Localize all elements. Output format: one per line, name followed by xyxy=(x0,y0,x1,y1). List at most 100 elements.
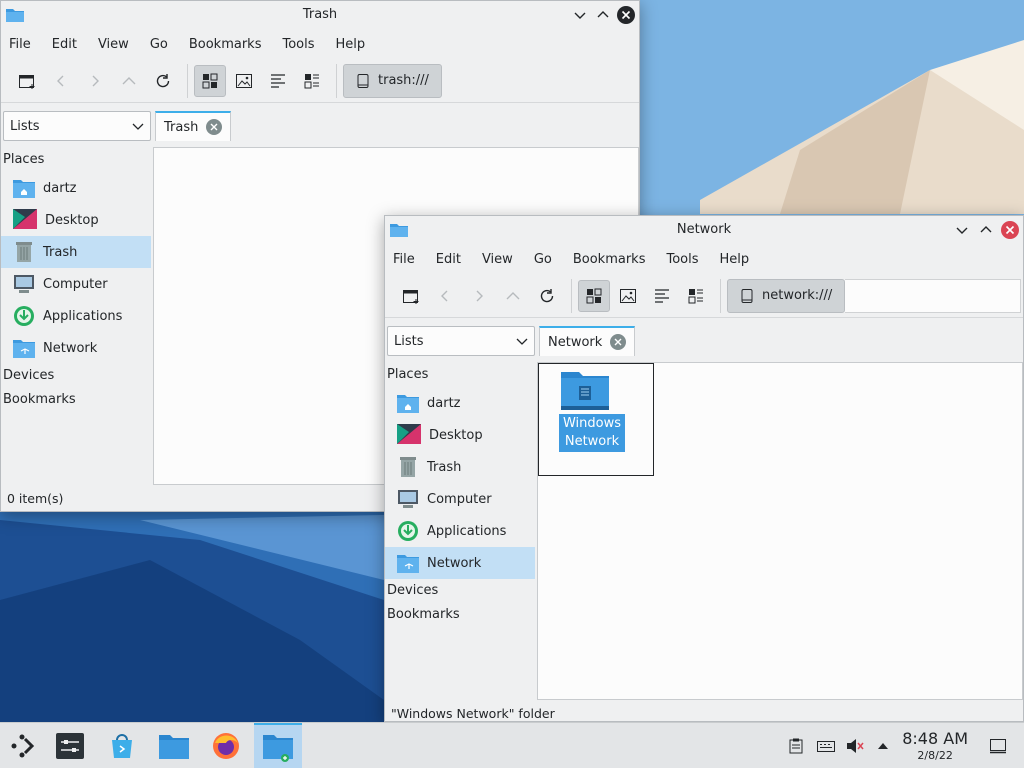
menu-help[interactable]: Help xyxy=(336,37,366,52)
forward-button[interactable] xyxy=(79,65,111,97)
menu-file[interactable]: File xyxy=(9,37,31,52)
places-item-label: Applications xyxy=(43,308,123,324)
split-view-button[interactable] xyxy=(296,65,328,97)
location-button[interactable]: network:/// xyxy=(727,278,846,313)
show-desktop-button[interactable] xyxy=(986,723,1010,768)
places-item-applications[interactable]: Applications xyxy=(385,515,535,547)
taskbar-settings-app[interactable] xyxy=(48,723,92,768)
taskbar-discover-app[interactable] xyxy=(100,723,144,768)
back-button[interactable] xyxy=(45,65,77,97)
places-item-network[interactable]: Network xyxy=(385,547,535,579)
close-icon xyxy=(1001,221,1019,239)
places-item-dartz[interactable]: dartz xyxy=(1,172,151,204)
trash-location-icon xyxy=(357,73,369,88)
minimize-button[interactable] xyxy=(953,221,971,239)
close-tab-button[interactable] xyxy=(610,334,627,350)
places-item-label: Applications xyxy=(427,523,507,539)
icons-view-button[interactable] xyxy=(578,279,610,312)
taskbar: 8:48 AM 2/8/22 xyxy=(0,722,1024,768)
tab-trash[interactable]: Trash xyxy=(155,111,232,141)
menu-bookmarks[interactable]: Bookmarks xyxy=(573,252,646,267)
split-view-button[interactable] xyxy=(680,280,712,312)
menu-view[interactable]: View xyxy=(98,37,129,52)
menu-file[interactable]: File xyxy=(393,252,415,267)
taskbar-firefox[interactable] xyxy=(204,723,248,768)
image-icon xyxy=(620,288,636,303)
places-item-label: Desktop xyxy=(45,212,99,228)
menu-edit[interactable]: Edit xyxy=(436,252,461,267)
tab-network[interactable]: Network xyxy=(539,326,636,356)
devices-heading[interactable]: Devices xyxy=(385,579,535,603)
details-view-button[interactable] xyxy=(262,65,294,97)
trash-titlebar[interactable]: Trash xyxy=(1,1,639,29)
places-item-desktop[interactable]: Desktop xyxy=(385,419,535,451)
taskbar-file-manager-active[interactable] xyxy=(254,723,302,768)
desktop-icon xyxy=(397,424,421,444)
keyboard-tray-button[interactable] xyxy=(814,723,838,768)
taskbar-file-manager[interactable] xyxy=(152,723,196,768)
bookmarks-heading[interactable]: Bookmarks xyxy=(385,603,535,627)
menu-tools[interactable]: Tools xyxy=(282,37,314,52)
places-panel-combo[interactable]: Lists xyxy=(3,111,151,141)
places-panel-combo[interactable]: Lists xyxy=(387,326,535,356)
places-item-label: Computer xyxy=(427,491,492,507)
close-button[interactable] xyxy=(1001,221,1019,239)
reload-button[interactable] xyxy=(147,65,179,97)
places-item-computer[interactable]: Computer xyxy=(1,268,151,300)
reload-button[interactable] xyxy=(531,280,563,312)
system-tray-expand-button[interactable] xyxy=(873,723,893,768)
menu-go[interactable]: Go xyxy=(534,252,552,267)
places-item-applications[interactable]: Applications xyxy=(1,300,151,332)
location-field[interactable] xyxy=(845,278,1021,313)
maximize-button[interactable] xyxy=(977,221,995,239)
preview-button[interactable] xyxy=(228,65,260,97)
preview-button[interactable] xyxy=(612,280,644,312)
new-window-button[interactable] xyxy=(11,65,43,97)
devices-heading[interactable]: Devices xyxy=(1,364,151,388)
new-window-button[interactable] xyxy=(395,280,427,312)
places-item-dartz[interactable]: dartz xyxy=(385,387,535,419)
details-view-button[interactable] xyxy=(646,280,678,312)
network-titlebar[interactable]: Network xyxy=(385,216,1023,244)
close-tab-button[interactable] xyxy=(206,119,223,135)
file-view[interactable]: Windows Network xyxy=(537,362,1023,700)
discover-app-icon xyxy=(112,734,132,758)
folder-icon xyxy=(263,735,293,762)
close-button[interactable] xyxy=(617,6,635,24)
clipboard-tray-button[interactable] xyxy=(784,723,808,768)
menu-view[interactable]: View xyxy=(482,252,513,267)
home-folder-icon xyxy=(397,395,419,413)
maximize-button[interactable] xyxy=(594,6,612,24)
close-icon xyxy=(614,338,622,346)
back-button[interactable] xyxy=(429,280,461,312)
bookmarks-heading[interactable]: Bookmarks xyxy=(1,388,151,412)
menu-go[interactable]: Go xyxy=(150,37,168,52)
up-button[interactable] xyxy=(113,65,145,97)
menu-edit[interactable]: Edit xyxy=(52,37,77,52)
places-item-network[interactable]: Network xyxy=(1,332,151,364)
location-button[interactable]: trash:/// xyxy=(343,63,442,98)
forward-button[interactable] xyxy=(463,280,495,312)
icons-view-button[interactable] xyxy=(194,64,226,97)
file-item-windows-network[interactable]: Windows Network xyxy=(538,363,654,476)
menubar: File Edit View Go Bookmarks Tools Help xyxy=(385,244,1023,274)
application-launcher-button[interactable] xyxy=(0,723,44,768)
location-text: network:/// xyxy=(762,288,833,303)
digital-clock[interactable]: 8:48 AM 2/8/22 xyxy=(902,729,968,762)
places-item-trash[interactable]: Trash xyxy=(385,451,535,483)
places-item-label: Desktop xyxy=(429,427,483,443)
minimize-button[interactable] xyxy=(571,6,589,24)
places-item-label: Network xyxy=(427,555,482,571)
menu-help[interactable]: Help xyxy=(720,252,750,267)
close-icon xyxy=(617,6,635,24)
menu-bookmarks[interactable]: Bookmarks xyxy=(189,37,262,52)
places-item-trash[interactable]: Trash xyxy=(1,236,151,268)
chevron-down-icon xyxy=(516,338,528,345)
up-button[interactable] xyxy=(497,280,529,312)
volume-tray-button[interactable] xyxy=(843,723,867,768)
new-window-icon xyxy=(19,74,35,89)
toolbar-separator xyxy=(571,278,572,313)
places-item-computer[interactable]: Computer xyxy=(385,483,535,515)
menu-tools[interactable]: Tools xyxy=(666,252,698,267)
places-item-desktop[interactable]: Desktop xyxy=(1,204,151,236)
